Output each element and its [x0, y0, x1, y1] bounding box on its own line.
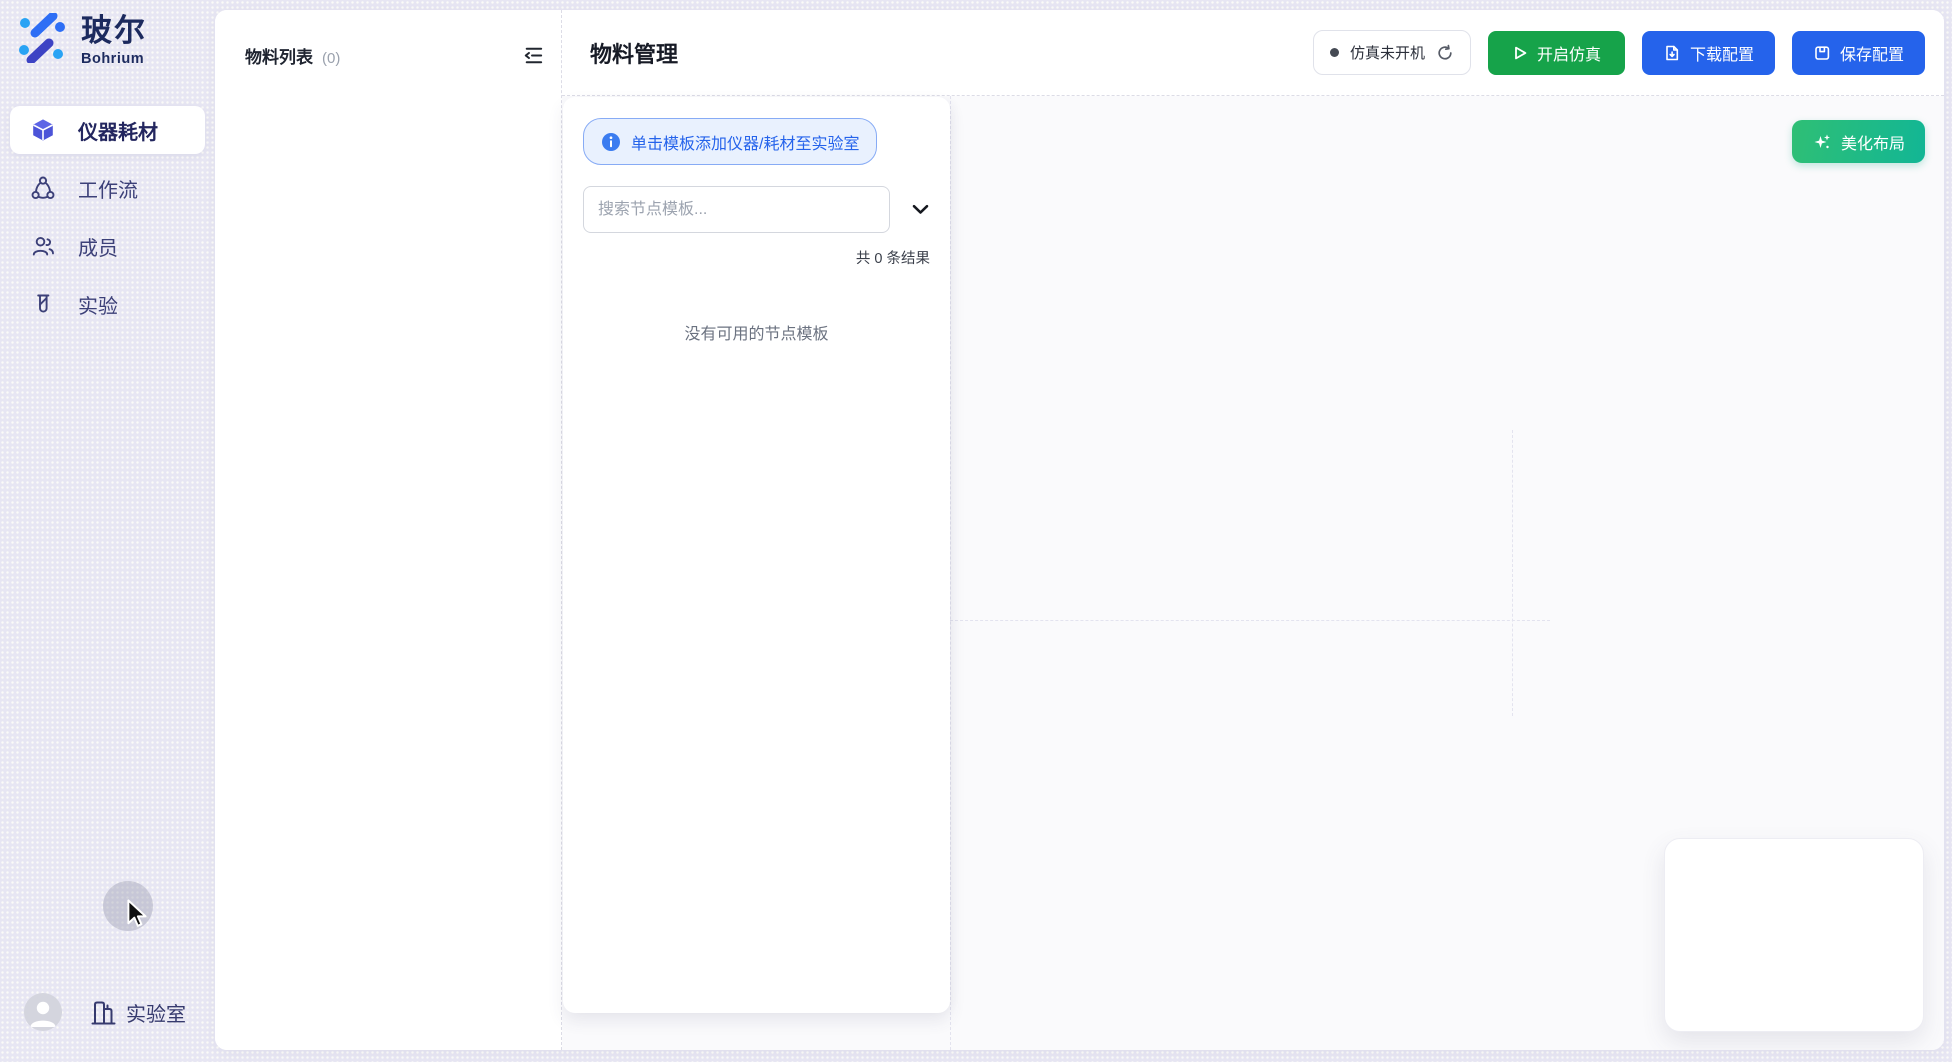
play-icon: [1512, 45, 1528, 61]
workflow-icon: [30, 175, 56, 201]
sidebar-item-workflow[interactable]: 工作流: [10, 164, 205, 212]
material-list-count: (0): [322, 50, 340, 67]
status-dot: [1330, 48, 1339, 57]
sidebar-item-instruments[interactable]: 仪器耗材: [10, 106, 205, 154]
save-icon: [1813, 44, 1831, 62]
members-icon: [30, 233, 56, 259]
canvas-guide-line: [950, 96, 951, 1050]
save-config-button[interactable]: 保存配置: [1792, 31, 1925, 75]
empty-state-text: 没有可用的节点模板: [583, 320, 930, 344]
user-avatar[interactable]: [24, 993, 62, 1031]
refresh-icon[interactable]: [1436, 44, 1454, 62]
canvas-minimap[interactable]: [1664, 838, 1924, 1032]
sidebar-item-label: 工作流: [78, 174, 138, 203]
logo-subtitle: Bohrium: [81, 51, 147, 67]
experiment-icon: [30, 291, 56, 317]
sidebar-item-label: 仪器耗材: [78, 116, 158, 145]
template-search-input[interactable]: [583, 186, 890, 233]
simulation-status-pill[interactable]: 仿真未开机: [1313, 30, 1471, 75]
tip-badge: 单击模板添加仪器/耗材至实验室: [583, 118, 877, 165]
template-panel: 单击模板添加仪器/耗材至实验室 共 0 条结果 没有可用的节点模板: [563, 97, 950, 1013]
canvas-guide-line: [950, 620, 1550, 621]
collapse-list-icon: [520, 43, 545, 68]
beautify-layout-label: 美化布局: [1841, 130, 1905, 154]
status-label: 仿真未开机: [1350, 42, 1425, 63]
start-simulation-button[interactable]: 开启仿真: [1488, 31, 1625, 75]
sidebar-nav: 仪器耗材 工作流 成员: [10, 106, 205, 338]
canvas-guide-line: [1512, 430, 1513, 716]
save-config-label: 保存配置: [1840, 41, 1904, 65]
person-icon: [24, 993, 62, 1031]
expand-templates-button[interactable]: [912, 204, 929, 215]
download-config-label: 下载配置: [1690, 41, 1754, 65]
download-config-button[interactable]: 下载配置: [1642, 31, 1775, 75]
sidebar-item-members[interactable]: 成员: [10, 222, 205, 270]
logo-title: 玻尔: [81, 13, 147, 49]
content-area: 物料列表 (0) 物料管理 仿真未开机: [215, 10, 1944, 1050]
material-list-title: 物料列表: [245, 43, 313, 68]
building-icon: [90, 997, 117, 1027]
lab-entry-label: 实验室: [126, 998, 186, 1027]
download-file-icon: [1663, 44, 1681, 62]
cube-icon: [30, 117, 56, 143]
template-search-row: [583, 186, 930, 233]
beautify-layout-button[interactable]: 美化布局: [1792, 120, 1925, 163]
header-actions: 仿真未开机 开启仿真: [1313, 30, 1925, 75]
result-count: 共 0 条结果: [583, 247, 930, 268]
sparkles-icon: [1812, 132, 1832, 152]
sidebar-item-label: 成员: [78, 232, 118, 261]
page-header: 物料管理 仿真未开机 开启仿真: [562, 10, 1944, 96]
bohrium-logo-icon: [16, 13, 68, 63]
start-simulation-label: 开启仿真: [1537, 41, 1601, 65]
app-logo: 玻尔 Bohrium: [16, 13, 147, 67]
lab-entry[interactable]: 实验室: [90, 997, 186, 1027]
sidebar: 玻尔 Bohrium 仪器耗材 工作流: [0, 0, 215, 1062]
page-title: 物料管理: [590, 37, 678, 69]
info-icon: [601, 132, 621, 152]
main-panel: 物料管理 仿真未开机 开启仿真: [562, 10, 1944, 1050]
material-list-panel: 物料列表 (0): [215, 10, 561, 1050]
mouse-cursor: [122, 898, 152, 930]
sidebar-item-experiment[interactable]: 实验: [10, 280, 205, 328]
chevron-down-icon: [912, 204, 929, 215]
tip-text: 单击模板添加仪器/耗材至实验室: [631, 130, 859, 154]
collapse-panel-button[interactable]: [518, 41, 546, 69]
sidebar-item-label: 实验: [78, 290, 118, 319]
sidebar-footer: 实验室: [24, 993, 186, 1031]
